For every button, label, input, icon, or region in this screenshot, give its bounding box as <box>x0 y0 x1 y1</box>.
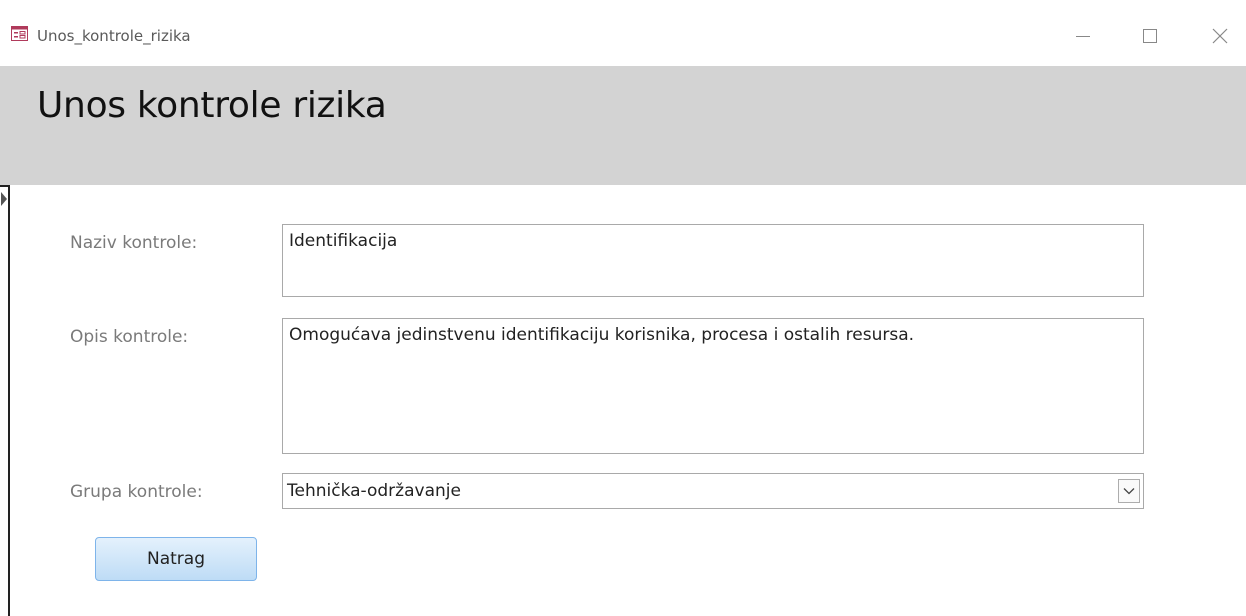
minimize-button[interactable] <box>1068 22 1098 50</box>
grupa-value: Tehnička-održavanje <box>287 481 461 501</box>
grupa-combo[interactable]: Tehnička-održavanje <box>282 473 1144 509</box>
form-window: Unos_kontrole_rizika Unos kontrole rizik… <box>0 0 1246 616</box>
close-button[interactable] <box>1205 22 1235 50</box>
maximize-button[interactable] <box>1135 22 1165 50</box>
left-border <box>8 185 10 616</box>
window-title: Unos_kontrole_rizika <box>37 27 191 45</box>
back-button[interactable]: Natrag <box>95 537 257 581</box>
form-header: Unos kontrole rizika <box>0 66 1246 185</box>
dropdown-button[interactable] <box>1118 479 1140 503</box>
naziv-field[interactable]: Identifikacija <box>282 224 1144 297</box>
page-title: Unos kontrole rizika <box>37 85 387 126</box>
opis-label: Opis kontrole: <box>70 327 189 347</box>
grupa-label: Grupa kontrole: <box>70 482 203 502</box>
minimize-icon <box>1076 36 1090 37</box>
title-bar: Unos_kontrole_rizika <box>0 0 1246 66</box>
close-icon <box>1212 28 1228 44</box>
chevron-down-icon <box>1123 488 1135 495</box>
opis-field[interactable]: Omogućava jedinstvenu identifikaciju kor… <box>282 318 1144 454</box>
record-selector-icon[interactable] <box>0 190 8 208</box>
maximize-icon <box>1143 29 1157 43</box>
naziv-label: Naziv kontrole: <box>70 233 198 253</box>
form-icon <box>11 26 28 41</box>
